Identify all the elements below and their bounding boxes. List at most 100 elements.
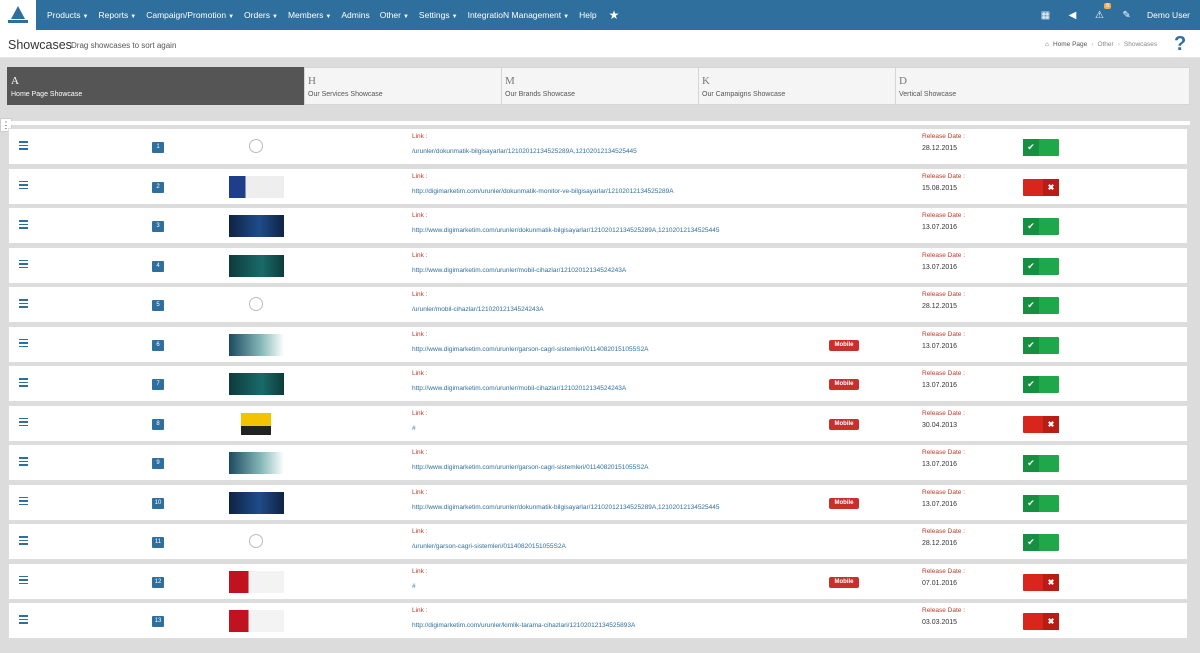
link-url[interactable]: http://www.digimarketim.com/urunler/gars… xyxy=(412,346,649,353)
nav-item-label: Reports xyxy=(98,10,129,20)
showcase-thumbnail[interactable] xyxy=(229,570,284,593)
table-row[interactable]: 9 Link : http://www.digimarketim.com/urunl… xyxy=(8,444,1188,481)
status-toggle[interactable]: ✔ xyxy=(1023,257,1059,275)
nav-item-members[interactable]: Members ▼ xyxy=(288,10,331,20)
table-row[interactable]: 7 Link : http://www.digimarketim.com/urunl… xyxy=(8,365,1188,402)
status-toggle[interactable]: ✔ xyxy=(1023,534,1059,551)
link-url[interactable]: http://www.digimarketim.com/urunler/mobi… xyxy=(412,385,626,392)
link-url[interactable]: http://www.digimarketim.com/urunler/mobi… xyxy=(412,267,626,274)
image-placeholder-icon[interactable] xyxy=(249,139,263,153)
showcase-thumbnail[interactable] xyxy=(229,373,284,395)
notifications-icon[interactable]: ⚠ 8 xyxy=(1093,2,1112,22)
link-url[interactable]: /urunler/mobil-cihazlar/1210201213452424… xyxy=(412,306,544,313)
tab-home-page-showcase[interactable]: A Home Page Showcase xyxy=(7,67,304,105)
nav-item-campaign-promotion[interactable]: Campaign/Promotion ▼ xyxy=(146,10,234,20)
link-url[interactable]: http://www.digimarketim.com/urunler/doku… xyxy=(412,227,720,234)
drag-handle-icon[interactable] xyxy=(19,180,28,192)
nav-item-reports[interactable]: Reports ▼ xyxy=(99,10,137,20)
breadcrumb-home[interactable]: Home Page xyxy=(1053,41,1087,48)
showcase-thumbnail[interactable] xyxy=(229,610,284,632)
nav-item-admins[interactable]: Admins xyxy=(341,10,369,20)
nav-item-products[interactable]: Products ▼ xyxy=(47,10,89,20)
link-url[interactable]: # xyxy=(412,425,416,432)
table-row[interactable]: 2 Link : http://digimarketim.com/urunler/d… xyxy=(8,167,1188,205)
table-row[interactable]: 13 Link : http://digimarketim.com/urunler/… xyxy=(8,602,1188,639)
table-row[interactable]: 6 Link : http://www.digimarketim.com/urunl… xyxy=(8,325,1188,363)
drag-handle-icon[interactable] xyxy=(19,615,28,626)
link-url[interactable]: http://www.digimarketim.com/urunler/doku… xyxy=(412,504,720,511)
table-row[interactable]: 11 Link : /urunler/garson-cagri-sistemleri… xyxy=(8,523,1188,560)
drag-handle-icon[interactable] xyxy=(19,378,28,389)
table-row[interactable]: 10 Link : http://www.digimarketim.com/urun… xyxy=(8,483,1188,521)
tab-letter: K xyxy=(702,75,710,87)
showcase-thumbnail[interactable] xyxy=(229,175,284,198)
status-toggle[interactable]: ✖ xyxy=(1023,613,1059,630)
brand-logo[interactable] xyxy=(0,0,36,30)
order-number-badge: 13 xyxy=(152,616,164,627)
table-row[interactable]: 8 Link : # Mobile Release Date : 30.04.2013 ✖ xyxy=(8,404,1188,442)
drag-handle-icon[interactable] xyxy=(19,575,28,587)
image-placeholder-icon[interactable] xyxy=(249,534,263,548)
drag-handle-icon[interactable] xyxy=(19,338,28,350)
drag-handle-icon[interactable] xyxy=(19,417,28,429)
help-icon[interactable]: ? xyxy=(1174,33,1186,56)
table-row[interactable]: 1 Link : /urunler/dokunmatik-bilgisayarlar… xyxy=(8,128,1188,165)
status-toggle[interactable]: ✔ xyxy=(1023,376,1059,393)
link-url[interactable]: http://www.digimarketim.com/urunler/gars… xyxy=(412,464,649,471)
tab-our-brands-showcase[interactable]: M Our Brands Showcase xyxy=(501,67,698,105)
image-placeholder-icon[interactable] xyxy=(249,297,263,311)
announcement-icon[interactable]: ◀ xyxy=(1066,9,1079,22)
showcase-thumbnail[interactable] xyxy=(229,254,284,277)
messages-icon[interactable]: ▦ xyxy=(1039,9,1052,22)
edit-icon[interactable]: ✎ xyxy=(1120,9,1133,22)
showcase-thumbnail[interactable] xyxy=(229,215,284,237)
status-toggle[interactable]: ✔ xyxy=(1023,494,1059,512)
tab-letter: H xyxy=(308,75,316,87)
topbar-right: ▦ ◀ ⚠ 8 ✎ Demo User xyxy=(1039,2,1200,22)
drag-handle-icon[interactable] xyxy=(19,299,28,310)
showcase-thumbnail[interactable] xyxy=(229,491,284,514)
drag-handle-icon[interactable] xyxy=(19,536,28,547)
caret-down-icon: ▼ xyxy=(451,14,458,20)
nav-item-settings[interactable]: Settings ▼ xyxy=(419,10,458,20)
table-row[interactable]: 5 Link : /urunler/mobil-cihazlar/121020121… xyxy=(8,286,1188,323)
tab-our-campaigns-showcase[interactable]: K Our Campaigns Showcase xyxy=(698,67,895,105)
showcase-thumbnail[interactable] xyxy=(241,412,271,435)
drag-handle-icon[interactable] xyxy=(19,496,28,508)
status-toggle[interactable]: ✔ xyxy=(1023,455,1059,472)
tab-vertical-showcase[interactable]: D Vertical Showcase xyxy=(895,67,1190,105)
favorites-star-icon[interactable]: ★ xyxy=(609,8,620,22)
showcase-thumbnail[interactable] xyxy=(229,452,284,474)
link-url[interactable]: /urunler/garson-cagri-sistemleri/0114082… xyxy=(412,543,566,550)
user-menu[interactable]: Demo User xyxy=(1147,10,1190,20)
nav-item-label: Orders xyxy=(244,10,271,20)
link-url[interactable]: http://digimarketim.com/urunler/kimlik-t… xyxy=(412,622,635,629)
link-url[interactable]: http://digimarketim.com/urunler/dokunmat… xyxy=(412,188,674,195)
tab-our-services-showcase[interactable]: H Our Services Showcase xyxy=(304,67,501,105)
link-url[interactable]: # xyxy=(412,583,416,590)
breadcrumb-current: Showcases xyxy=(1123,41,1158,48)
table-row[interactable]: 12 Link : # Mobile Release Date : 07.01.2016 ✖ xyxy=(8,562,1188,600)
table-row[interactable]: 4 Link : http://www.digimarketim.com/urunl… xyxy=(8,246,1188,284)
tab-label: Vertical Showcase xyxy=(899,91,957,98)
drag-handle-icon[interactable] xyxy=(19,457,28,468)
drag-handle-icon[interactable] xyxy=(19,141,28,152)
breadcrumb-other[interactable]: Other xyxy=(1097,41,1113,48)
status-toggle[interactable]: ✖ xyxy=(1023,178,1059,196)
nav-item-help[interactable]: Help xyxy=(579,10,596,20)
order-number-badge: 4 xyxy=(152,260,164,272)
status-toggle[interactable]: ✔ xyxy=(1023,297,1059,314)
status-toggle[interactable]: ✖ xyxy=(1023,573,1059,591)
table-row[interactable]: 3 Link : http://www.digimarketim.com/urunl… xyxy=(8,207,1188,244)
nav-item-other[interactable]: Other ▼ xyxy=(380,10,409,20)
status-toggle[interactable]: ✔ xyxy=(1023,336,1059,354)
link-url[interactable]: /urunler/dokunmatik-bilgisayarlar/121020… xyxy=(412,148,637,155)
nav-item-orders[interactable]: Orders ▼ xyxy=(244,10,278,20)
drag-handle-icon[interactable] xyxy=(19,259,28,271)
nav-item-integration-management[interactable]: IntegratioN Management ▼ xyxy=(468,10,570,20)
status-toggle[interactable]: ✔ xyxy=(1023,139,1059,156)
status-toggle[interactable]: ✖ xyxy=(1023,415,1059,433)
drag-handle-icon[interactable] xyxy=(19,220,28,231)
showcase-thumbnail[interactable] xyxy=(229,333,284,356)
status-toggle[interactable]: ✔ xyxy=(1023,218,1059,235)
